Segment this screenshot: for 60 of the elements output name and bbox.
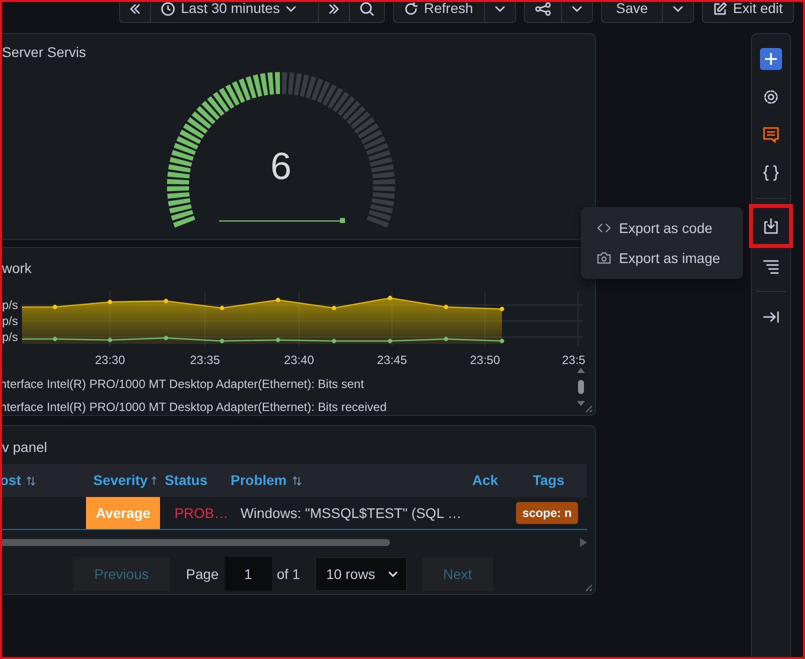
page-count: of 1 (276, 564, 300, 584)
resize-handle-icon (585, 405, 593, 413)
problem-cell-text: Windows: "MSSQL$TEST" (SQL … (239, 504, 460, 523)
refresh-icon (404, 2, 418, 16)
menu-item[interactable]: Export as image (581, 243, 743, 273)
axis-label: 23:50 (470, 353, 500, 367)
time-picker-button[interactable]: Last 30 minutes (151, 0, 319, 23)
caret-icon (286, 6, 296, 12)
column-header[interactable]: Problem (226, 470, 460, 491)
resize-handle-icon (585, 584, 593, 592)
column-header[interactable]: Tags (510, 470, 587, 491)
axis-label: p/s (2, 298, 18, 312)
page-label: Page (186, 564, 219, 584)
share-button[interactable] (524, 0, 562, 23)
axis-label: p/s (2, 330, 18, 344)
double-chevron-left-icon (130, 4, 140, 14)
gauge-value: 6 (270, 146, 292, 188)
axis-label: 23:35 (190, 353, 220, 367)
page-input[interactable]: 1 (224, 557, 272, 591)
sidebar-button[interactable] (752, 207, 790, 245)
rows-select[interactable]: 10 rows (315, 557, 408, 591)
back-button[interactable] (119, 0, 151, 23)
panel-title: work (1, 259, 33, 278)
code-icon (597, 221, 611, 235)
panel-title: v panel (1, 438, 48, 457)
forward-button[interactable] (319, 0, 350, 23)
axis-label: 23:45 (376, 353, 408, 367)
add-icon (759, 47, 783, 71)
axis-label: 23:30 (94, 353, 126, 367)
clock-icon (161, 2, 175, 16)
tag[interactable]: scope: n (516, 502, 578, 524)
share-icon (535, 2, 551, 16)
save-button[interactable]: Save (601, 0, 663, 23)
scrollbar-drawing (576, 367, 586, 407)
caret-icon (572, 6, 582, 12)
caret-icon (495, 6, 505, 12)
save-options-button[interactable] (663, 0, 694, 23)
column-header[interactable]: Status (160, 470, 227, 491)
column-header[interactable]: Severity (86, 470, 161, 491)
camera-icon (597, 251, 611, 265)
axis-label: p/s (2, 314, 18, 328)
refresh-button[interactable]: Refresh (393, 0, 485, 23)
scroll-right-icon (580, 538, 587, 546)
zoom-out-button[interactable] (350, 0, 385, 23)
caret-icon (388, 571, 398, 577)
panel-title: Server Servis (1, 43, 88, 62)
share-options-button[interactable] (562, 0, 593, 23)
column-header[interactable]: Ack (460, 470, 510, 491)
scrollbar[interactable] (0, 538, 390, 546)
menu-item[interactable]: Export as code (581, 213, 743, 243)
edit-icon (713, 2, 727, 16)
axis-label: 23:5 (562, 353, 586, 367)
severity-cell: Average (86, 497, 160, 529)
double-chevron-right-icon (329, 4, 339, 14)
exit-edit-button[interactable]: Exit edit (702, 0, 794, 23)
caret-icon (673, 6, 683, 12)
status-cell-text: PROB… (173, 504, 226, 522)
search-icon (360, 2, 374, 16)
axis-label: 23:40 (284, 353, 314, 367)
refresh-interval-button[interactable] (485, 0, 516, 23)
